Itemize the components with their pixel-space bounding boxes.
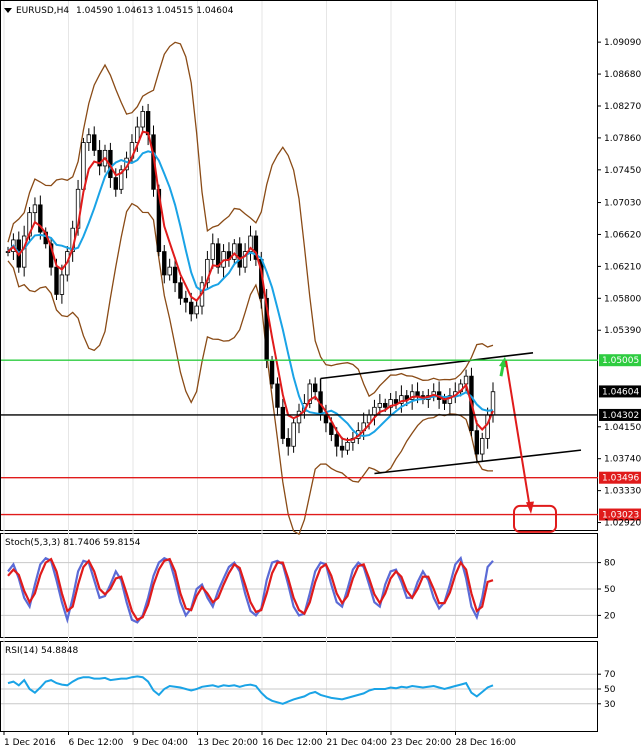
- price-tick-label: 1.09090: [604, 38, 641, 48]
- candle-body: [172, 266, 178, 284]
- level-tag-label: 1.04302: [602, 411, 639, 421]
- candle-body: [189, 301, 194, 315]
- candle-body: [86, 134, 92, 143]
- price-tick-label: 1.07450: [604, 166, 641, 176]
- chart-canvas[interactable]: 1.050051.043021.034961.030231.04604 8050…: [0, 0, 642, 751]
- time-tick-label: 1 Dec 2016: [4, 738, 56, 748]
- osc-tick-label: 50: [604, 585, 616, 595]
- candle-body: [275, 383, 280, 408]
- osc-tick-label: 70: [604, 670, 616, 680]
- candle-body: [480, 438, 485, 455]
- candle-body: [280, 406, 286, 439]
- candle-body: [334, 434, 339, 447]
- candle-body: [210, 243, 215, 260]
- price-tick-label: 1.07030: [604, 199, 641, 209]
- osc-tick-label: 30: [604, 700, 616, 710]
- osc-tick-label: 20: [604, 611, 616, 621]
- osc-tick-label: 50: [604, 685, 616, 695]
- stoch-label: Stoch(5,3,3) 81.7406 59.8154: [5, 538, 141, 548]
- rsi-pane[interactable]: [0, 641, 598, 732]
- time-tick-label: 16 Dec 12:00: [262, 738, 323, 748]
- candle-body: [32, 204, 38, 214]
- candle-body: [162, 251, 167, 276]
- time-tick-label: 28 Dec 16:00: [456, 738, 517, 748]
- candle-body: [54, 266, 59, 295]
- candle-body: [145, 111, 151, 136]
- candle-body: [232, 243, 237, 260]
- price-tick-label: 1.05390: [604, 326, 641, 336]
- price-tick-label: 1.08680: [604, 70, 641, 80]
- rsi-label: RSI(14) 54.8848: [5, 646, 78, 656]
- candle-body: [339, 445, 345, 451]
- candle-body: [463, 375, 469, 385]
- candle-body: [323, 414, 329, 424]
- price-tick-label: 1.02920: [604, 519, 641, 529]
- candle-body: [92, 134, 97, 151]
- candle-body: [286, 438, 291, 447]
- ohlc-label: 1.04590 1.04613 1.04515 1.04604: [76, 6, 234, 16]
- time-tick-label: 21 Dec 04:00: [327, 738, 388, 748]
- symbol-label: EURUSD,H4: [16, 6, 69, 16]
- time-tick-label: 13 Dec 20:00: [198, 738, 259, 748]
- candle-body: [21, 235, 27, 268]
- candle-body: [59, 274, 65, 295]
- price-tick-label: 1.06620: [604, 230, 641, 240]
- stoch-pane[interactable]: [0, 533, 598, 638]
- main-pane[interactable]: [0, 0, 598, 531]
- level-tag-label: 1.03496: [602, 474, 639, 484]
- header: EURUSD,H4 1.04590 1.04613 1.04515 1.0460…: [4, 6, 234, 16]
- current-price-label: 1.04604: [602, 387, 639, 397]
- time-tick-label: 23 Dec 20:00: [391, 738, 452, 748]
- price-tick-label: 1.06210: [604, 262, 641, 272]
- chart-window: 1.05005 1.04302 1.03496 1.03023 1.04604 80 50…: [0, 0, 642, 751]
- price-tick-label: 1.08270: [604, 102, 641, 112]
- candle-body: [377, 403, 383, 408]
- candle-body: [167, 266, 172, 276]
- time-tick-label: 6 Dec 12:00: [69, 738, 124, 748]
- candle-body: [183, 297, 189, 303]
- candle-body: [383, 403, 388, 408]
- price-tick-label: 1.04150: [604, 423, 641, 433]
- time-tick-label: 9 Dec 04:00: [133, 738, 188, 748]
- candle-body: [474, 430, 480, 455]
- price-tick-label: 1.03330: [604, 487, 641, 497]
- candle-body: [113, 177, 118, 190]
- price-tick-label: 1.03740: [604, 455, 641, 465]
- candle-body: [237, 243, 242, 268]
- price-tick-label: 1.05800: [604, 294, 641, 304]
- candle-body: [269, 360, 275, 385]
- candle-body: [372, 406, 377, 416]
- candle-body: [291, 422, 296, 447]
- candle-body: [415, 391, 420, 397]
- candle-body: [345, 441, 350, 451]
- level-tag-label: 1.05005: [602, 356, 639, 366]
- candle-body: [140, 111, 145, 128]
- price-tick-label: 1.07860: [604, 134, 641, 144]
- candle-body: [312, 383, 318, 393]
- candle-body: [194, 305, 199, 315]
- candle-body: [178, 282, 183, 299]
- osc-tick-label: 80: [604, 559, 616, 569]
